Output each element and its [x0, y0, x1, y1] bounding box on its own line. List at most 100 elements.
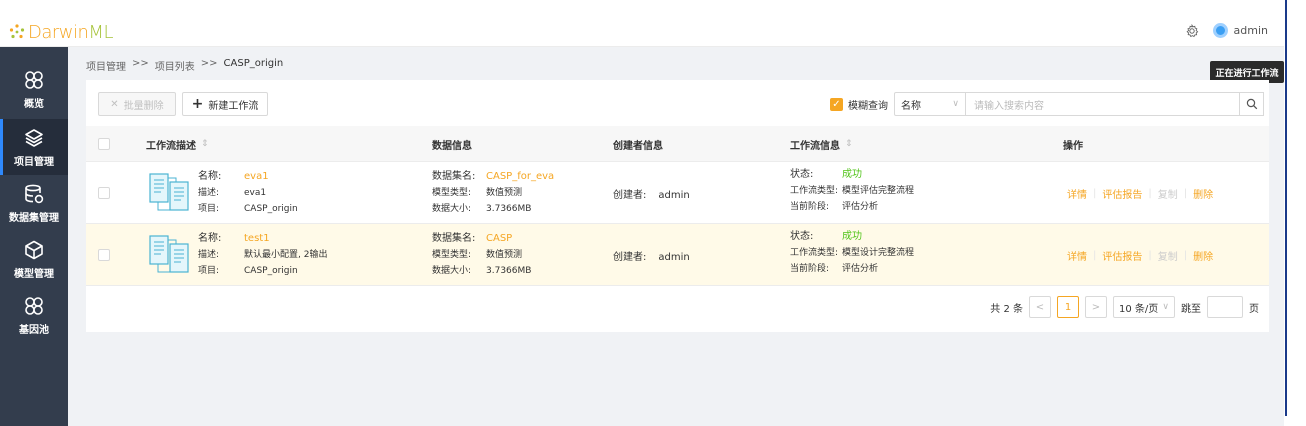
data-size-key: 数据大小: [432, 204, 472, 214]
column-header-creator: 创建者信息 [613, 126, 663, 162]
delete-link[interactable]: 删除 [1193, 186, 1213, 201]
table-row[interactable]: 名称: test1 描述: 默认最小配置, 2输出 项目: CASP_origin 数… [86, 224, 1269, 286]
column-header-label: 数据信息 [432, 140, 472, 152]
right-edge [1284, 0, 1306, 426]
column-header-ops: 操作 [1063, 126, 1083, 162]
desc-key: 描述: [198, 188, 220, 198]
select-all-checkbox[interactable] [98, 138, 110, 150]
workflow-name[interactable]: test1 [244, 233, 270, 244]
workflow-type: 模型评估完整流程 [842, 186, 915, 196]
creator-info: 创建者: admin [613, 248, 690, 263]
breadcrumb-item-projects[interactable]: 项目管理 [86, 58, 126, 73]
workflow-name[interactable]: eva1 [244, 171, 269, 182]
user-avatar [1212, 23, 1228, 38]
data-info-block: 数据集名: CASP_for_eva 模型类型: 数值预测 数据大小: 3.7366M… [432, 169, 554, 217]
name-key: 名称: [198, 171, 222, 182]
search-button[interactable] [1240, 92, 1264, 116]
status-badge: 成功 [842, 169, 862, 180]
sidebar-item-label: 数据集管理 [9, 212, 59, 224]
workflow-type-key: 工作流类型: [790, 186, 839, 196]
sidebar-item-gene-pool[interactable]: 基因池 [0, 287, 68, 343]
workflow-desc: 默认最小配置, 2输出 [244, 250, 328, 260]
table-header: 工作流描述 ⇕ 数据信息 创建者信息 工作流信息 ⇕ 操作 [86, 126, 1269, 162]
sort-icon[interactable]: ⇕ [845, 139, 853, 149]
column-header-label: 工作流描述 [146, 140, 196, 152]
dataset-name[interactable]: CASP [486, 233, 512, 244]
sidebar-item-models[interactable]: 模型管理 [0, 231, 68, 287]
dataset-key: 数据集名: [432, 171, 476, 182]
data-size: 3.7366MB [486, 266, 532, 276]
creator-info: 创建者: admin [613, 186, 690, 201]
model-type-key: 模型类型: [432, 188, 472, 198]
data-info-block: 数据集名: CASP 模型类型: 数值预测 数据大小: 3.7366MB [432, 231, 531, 279]
breadcrumb-item-current: CASP_origin [223, 58, 284, 69]
creator-name: admin [658, 190, 690, 201]
fuzzy-query-checkbox[interactable]: ✓ [830, 97, 843, 111]
desc-key: 描述: [198, 250, 220, 260]
column-header-label: 工作流信息 [790, 140, 840, 152]
pagination: 共 2 条 < 1 > 10 条/页 ∨ 跳至 页 [990, 296, 1259, 318]
page-size-select[interactable]: 10 条/页 ∨ [1113, 296, 1175, 318]
details-link[interactable]: 详情 [1067, 248, 1087, 263]
details-link[interactable]: 详情 [1067, 186, 1087, 201]
action-separator: | [1093, 250, 1097, 261]
jump-label: 跳至 [1181, 303, 1201, 315]
eval-report-link[interactable]: 评估报告 [1102, 248, 1142, 263]
row-checkbox[interactable] [98, 249, 110, 261]
logo[interactable]: Darwin ML [8, 21, 113, 43]
workflow-desc-block: 名称: test1 描述: 默认最小配置, 2输出 项目: CASP_origin [198, 231, 327, 279]
username: admin [1233, 24, 1268, 37]
top-bar: Darwin ML admin [0, 17, 1288, 47]
next-page-button[interactable]: > [1085, 296, 1107, 318]
user-menu[interactable]: admin [1212, 23, 1268, 38]
workflow-info-block: 状态: 成功 工作流类型: 模型设计完整流程 当前阶段: 评估分析 [790, 229, 914, 277]
settings-gear-icon[interactable] [1185, 23, 1199, 38]
breadcrumb: 项目管理 >> 项目列表 >> CASP_origin [86, 58, 283, 73]
action-separator: | [1148, 250, 1152, 261]
row-actions: 详情 | 评估报告 | 复制 | 删除 [1067, 248, 1213, 263]
prev-page-button[interactable]: < [1029, 296, 1051, 318]
row-checkbox[interactable] [98, 187, 110, 199]
search-input[interactable]: 请输入搜索内容 [966, 92, 1240, 116]
search-bar: ✓ 模糊查询 名称 ∨ 请输入搜索内容 [830, 92, 1264, 116]
current-stage: 评估分析 [842, 202, 879, 212]
stage-key: 当前阶段: [790, 264, 830, 274]
dataset-name[interactable]: CASP_for_eva [486, 171, 554, 182]
copy-link[interactable]: 复制 [1158, 248, 1178, 263]
new-workflow-button[interactable]: + 新建工作流 [182, 92, 268, 116]
logo-text-darwin: Darwin [28, 21, 89, 43]
model-type-key: 模型类型: [432, 250, 472, 260]
sidebar-item-overview[interactable]: 概览 [0, 61, 68, 117]
column-header-desc[interactable]: 工作流描述 ⇕ [146, 126, 209, 162]
workflow-doc-icon [149, 173, 189, 211]
page-1-button[interactable]: 1 [1057, 296, 1079, 318]
sidebar-item-datasets[interactable]: 数据集管理 [0, 175, 68, 231]
breadcrumb-separator: >> [132, 58, 149, 69]
batch-delete-label: 批量删除 [123, 100, 164, 112]
search-field-value: 名称 [901, 100, 921, 112]
sidebar-item-projects[interactable]: 项目管理 [0, 119, 68, 175]
action-separator: | [1148, 188, 1152, 199]
gene-pool-icon [25, 296, 43, 315]
workflow-type-key: 工作流类型: [790, 248, 839, 258]
breadcrumb-item-project-list[interactable]: 项目列表 [155, 58, 195, 73]
sort-icon[interactable]: ⇕ [201, 139, 209, 149]
copy-link[interactable]: 复制 [1158, 186, 1178, 201]
top-right-area: admin [1185, 23, 1268, 38]
chevron-down-icon: ∨ [952, 99, 959, 109]
dataset-key: 数据集名: [432, 233, 476, 244]
search-field-select[interactable]: 名称 ∨ [894, 92, 966, 116]
delete-link[interactable]: 删除 [1193, 248, 1213, 263]
project-key: 项目: [198, 204, 220, 214]
workflow-project: CASP_origin [244, 204, 298, 214]
table-row[interactable]: 名称: eva1 描述: eva1 项目: CASP_origin 数据集名: CASP… [86, 162, 1269, 224]
jump-page-input[interactable] [1207, 296, 1243, 318]
breadcrumb-separator: >> [200, 58, 218, 69]
column-header-workflow[interactable]: 工作流信息 ⇕ [790, 126, 853, 162]
status-badge: 成功 [842, 231, 862, 242]
workflow-card: ✕ 批量删除 + 新建工作流 ✓ 模糊查询 名称 ∨ 请输入搜索内容 工作流描述… [86, 80, 1269, 332]
eval-report-link[interactable]: 评估报告 [1102, 186, 1142, 201]
page-unit-label: 页 [1249, 303, 1259, 315]
close-icon: ✕ [110, 98, 119, 110]
batch-delete-button[interactable]: ✕ 批量删除 [98, 92, 176, 116]
